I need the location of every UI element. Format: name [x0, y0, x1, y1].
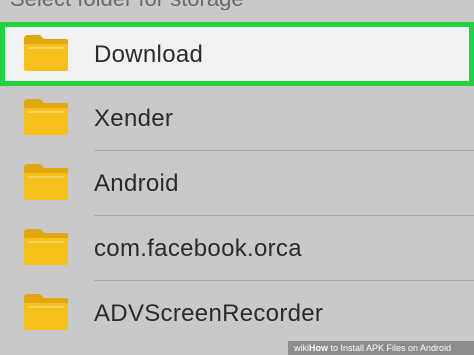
folder-row-advscreenrecorder[interactable]: ADVScreenRecorder	[0, 281, 474, 346]
folder-icon	[24, 294, 68, 330]
top-partial-header: Select folder for storage	[0, 0, 474, 10]
folder-icon	[24, 35, 68, 71]
folder-row-com-facebook-orca[interactable]: com.facebook.orca	[0, 216, 474, 281]
folder-icon	[24, 99, 68, 135]
folder-row-xender[interactable]: Xender	[0, 86, 474, 151]
folder-label: Xender	[94, 105, 174, 132]
folder-label: com.facebook.orca	[94, 235, 302, 262]
footer-prefix: wiki	[294, 343, 309, 353]
folder-icon	[24, 229, 68, 265]
top-partial-text: Select folder for storage	[10, 0, 244, 10]
folder-row-android[interactable]: Android	[0, 151, 474, 216]
folder-row-download[interactable]: Download	[0, 22, 474, 86]
wikihow-caption: wikiHow to Install APK Files on Android	[288, 341, 474, 355]
folder-label: Download	[94, 41, 204, 68]
footer-bold: How	[309, 343, 328, 353]
footer-text: to Install APK Files on Android	[328, 343, 452, 353]
folder-icon	[24, 164, 68, 200]
folder-label: Android	[94, 170, 179, 197]
folder-label: ADVScreenRecorder	[94, 300, 324, 327]
folder-list: Download Xender Android com.facebook.orc…	[0, 22, 474, 346]
